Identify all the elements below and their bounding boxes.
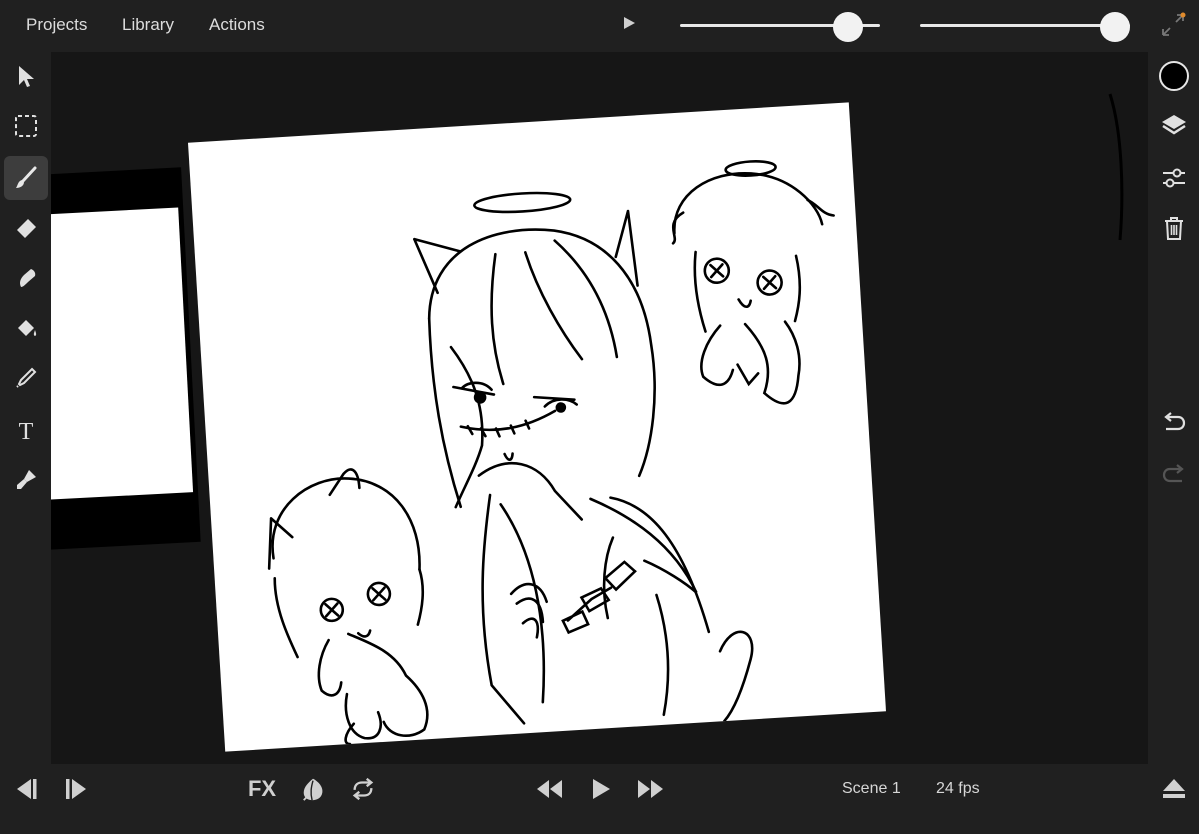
pen-icon	[17, 470, 36, 489]
left-toolbar: T	[0, 52, 51, 764]
delete-button[interactable]	[1158, 212, 1190, 244]
brush-size-slider[interactable]	[680, 12, 880, 42]
text-icon: T	[19, 419, 34, 443]
menu-actions[interactable]: Actions	[209, 15, 265, 35]
canvas-edge-arc	[1108, 93, 1124, 241]
play-button[interactable]	[588, 774, 614, 804]
rewind-icon	[537, 780, 562, 798]
previous-frame-paper	[51, 207, 194, 502]
sketch-drawing	[267, 160, 835, 746]
fast-forward-button[interactable]	[636, 774, 666, 804]
redo-button[interactable]	[1158, 459, 1190, 491]
scene-label[interactable]: Scene 1	[842, 780, 901, 798]
fx-button[interactable]: FX	[244, 774, 280, 804]
next-frame-button[interactable]	[62, 774, 92, 804]
canvas-area[interactable]	[51, 52, 1148, 764]
marquee-icon	[15, 115, 37, 137]
previous-frame-button[interactable]	[10, 774, 40, 804]
rewind-button[interactable]	[534, 774, 564, 804]
menu-library[interactable]: Library	[122, 15, 174, 35]
undo-button[interactable]	[1158, 407, 1190, 439]
slider-track	[920, 24, 1130, 27]
marquee-tool[interactable]	[4, 104, 48, 148]
brush-tool[interactable]	[4, 156, 48, 200]
loop-button[interactable]	[348, 774, 378, 804]
fill-tool[interactable]	[4, 306, 48, 350]
opacity-slider[interactable]	[920, 12, 1131, 42]
drawing-canvas[interactable]	[187, 102, 887, 752]
select-tool[interactable]	[4, 54, 48, 98]
eyedropper-tool[interactable]	[4, 356, 48, 400]
redo-icon	[1162, 464, 1184, 483]
fps-label[interactable]: 24 fps	[936, 780, 980, 798]
step-forward-icon	[66, 779, 86, 799]
onion-skin-button[interactable]	[298, 774, 328, 804]
svg-text:T: T	[19, 419, 34, 443]
expand-icon[interactable]	[1160, 12, 1186, 38]
eraser-icon	[17, 219, 36, 238]
play-icon	[593, 779, 610, 799]
layers-button[interactable]	[1158, 110, 1190, 142]
step-back-icon	[17, 779, 37, 799]
smudge-icon	[20, 269, 36, 287]
eyedropper-icon	[16, 367, 37, 388]
menu-projects[interactable]: Projects	[26, 15, 87, 35]
previous-frame[interactable]	[51, 167, 201, 552]
right-toolbar	[1148, 52, 1199, 764]
bottom-bar: FX Scene 1 24 fps	[0, 764, 1199, 834]
smudge-tool[interactable]	[4, 256, 48, 300]
undo-icon	[1164, 412, 1186, 431]
top-bar: Projects Library Actions	[0, 0, 1199, 52]
onion-icon	[303, 778, 323, 801]
brush-icon	[16, 166, 37, 188]
slider-thumb[interactable]	[1100, 12, 1131, 42]
select-icon	[19, 66, 34, 87]
eraser-tool[interactable]	[4, 206, 48, 250]
slider-thumb[interactable]	[833, 12, 863, 42]
fill-icon	[18, 320, 37, 336]
layers-icon	[1162, 115, 1186, 135]
color-swatch[interactable]	[1159, 61, 1189, 91]
fast-forward-icon	[638, 780, 663, 798]
eject-icon	[1163, 779, 1185, 798]
text-tool[interactable]: T	[4, 408, 48, 452]
adjust-button[interactable]	[1158, 162, 1190, 194]
loop-icon	[352, 777, 374, 801]
trash-icon	[1165, 217, 1183, 240]
adjust-icon	[1163, 168, 1185, 188]
timeline-toggle-button[interactable]	[1160, 774, 1188, 804]
play-preview-icon[interactable]	[624, 17, 635, 29]
pen-tool[interactable]	[4, 458, 48, 502]
